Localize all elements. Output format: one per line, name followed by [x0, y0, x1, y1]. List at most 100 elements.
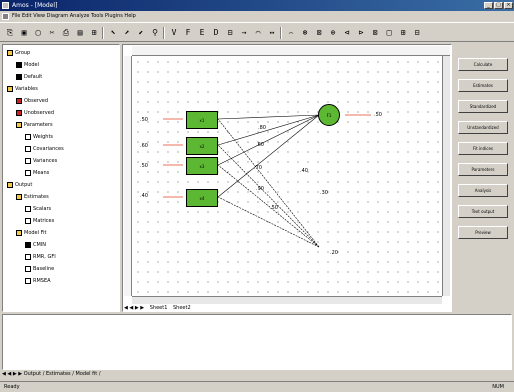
tab-sheet1[interactable]: Sheet1: [150, 305, 168, 311]
minimize-button[interactable]: _: [484, 2, 493, 9]
path-label: .20: [330, 250, 338, 256]
tab-nav[interactable]: ◀ ◀ ▶ ▶: [124, 305, 144, 311]
tab-sheet2[interactable]: Sheet2: [173, 305, 191, 311]
right-panel-button[interactable]: Standardized: [458, 100, 508, 113]
toolbar-button[interactable]: ⊕: [327, 27, 339, 39]
toolbar-button[interactable]: V: [168, 27, 180, 39]
observed-variable-box[interactable]: x2: [186, 137, 218, 155]
toolbar-button[interactable]: ⎘: [4, 27, 16, 39]
tree-item[interactable]: Variances: [25, 157, 57, 165]
toolbar-button[interactable]: ⊞: [88, 27, 100, 39]
tree-node-icon: [7, 85, 13, 92]
output-panel[interactable]: [2, 314, 512, 370]
tree-item-label: Parameters: [24, 122, 53, 128]
toolbar-button[interactable]: ⊛: [299, 27, 311, 39]
horizontal-ruler: [132, 46, 450, 56]
tree-item[interactable]: RMSEA: [25, 277, 51, 285]
tree-item[interactable]: Means: [25, 169, 49, 177]
toolbar-button[interactable]: ▤: [74, 27, 86, 39]
tree-node-icon: [7, 49, 13, 56]
output-tabs[interactable]: ◀ ◀ ▶ ▶ Output / Estimates / Model fit /: [2, 370, 512, 379]
right-panel-button[interactable]: Text output: [458, 205, 508, 218]
tree-item-label: Estimates: [24, 194, 49, 200]
tree-item[interactable]: CMIN: [25, 241, 46, 249]
observed-variable-box[interactable]: x1: [186, 111, 218, 129]
tree-item[interactable]: Output: [7, 181, 32, 189]
tree-item[interactable]: Variables: [7, 85, 38, 93]
tree-item-label: RMR, GFI: [33, 254, 56, 260]
close-button[interactable]: ×: [504, 2, 513, 9]
toolbar-button[interactable]: □: [383, 27, 395, 39]
toolbar-button[interactable]: ⊠: [369, 27, 381, 39]
tree-node-icon: [16, 73, 22, 80]
tree-item[interactable]: RMR, GFI: [25, 253, 56, 261]
toolbar-button[interactable]: ⚲: [149, 27, 161, 39]
horizontal-scrollbar[interactable]: [132, 296, 442, 304]
toolbar-button[interactable]: D: [210, 27, 222, 39]
toolbar-button[interactable]: ⊠: [313, 27, 325, 39]
right-panel-button[interactable]: Preview: [458, 226, 508, 239]
tree-item[interactable]: Parameters: [16, 121, 53, 129]
toolbar-button[interactable]: ▣: [18, 27, 30, 39]
toolbar-separator: [280, 27, 282, 39]
tree-item[interactable]: Model: [16, 61, 39, 69]
toolbar-button[interactable]: ⬈: [121, 27, 133, 39]
observed-variable-box[interactable]: x4: [186, 189, 218, 207]
toolbar-button[interactable]: ⊳: [355, 27, 367, 39]
observed-variable-box[interactable]: x3: [186, 157, 218, 175]
sheet-tabs[interactable]: ◀ ◀ ▶ ▶ Sheet1 Sheet2: [124, 304, 450, 312]
tree-item[interactable]: Default: [16, 73, 42, 81]
vertical-scrollbar[interactable]: [442, 56, 450, 296]
right-panel-button[interactable]: Analysis: [458, 184, 508, 197]
tree-item-label: RMSEA: [33, 278, 51, 284]
maximize-button[interactable]: □: [494, 2, 503, 9]
toolbar-button[interactable]: ⌒: [252, 27, 264, 39]
tree-item[interactable]: Estimates: [16, 193, 49, 201]
path-label: .60: [256, 142, 264, 148]
toolbar-button[interactable]: ▢: [32, 27, 44, 39]
tree-item[interactable]: Scalars: [25, 205, 51, 213]
tree-item[interactable]: Observed: [16, 97, 48, 105]
toolbar-button[interactable]: ⬋: [135, 27, 147, 39]
toolbar-button[interactable]: E: [196, 27, 208, 39]
toolbar-button[interactable]: ⬉: [107, 27, 119, 39]
tree-node-icon: [25, 145, 31, 152]
box-label: .40: [140, 193, 148, 199]
path-line: [217, 164, 320, 248]
tree-item[interactable]: Baseline: [25, 265, 54, 273]
output-tab-labels[interactable]: ◀ ◀ ▶ ▶ Output / Estimates / Model fit /: [2, 371, 101, 377]
toolbar-button[interactable]: ✂: [46, 27, 58, 39]
toolbar-button[interactable]: →: [238, 27, 250, 39]
status-bar: Ready NUM: [0, 381, 514, 392]
tree-item[interactable]: Weights: [25, 133, 53, 141]
latent-variable[interactable]: F1: [318, 104, 340, 126]
toolbar-button[interactable]: ↔: [266, 27, 278, 39]
toolbar-button[interactable]: ⌢: [285, 27, 297, 39]
toolbar-button[interactable]: ⊲: [341, 27, 353, 39]
tree-panel[interactable]: Group Model Default Variables Observed Unobse…: [2, 44, 120, 312]
right-panel-button[interactable]: Fit indices: [458, 142, 508, 155]
path-label: .40: [300, 168, 308, 174]
right-panel-button[interactable]: Unstandardized: [458, 121, 508, 134]
right-panel-button[interactable]: Estimates: [458, 79, 508, 92]
right-panel-button[interactable]: Calculate: [458, 58, 508, 71]
tree-node-icon: [25, 133, 31, 140]
tree-item[interactable]: Model Fit: [16, 229, 46, 237]
toolbar-button[interactable]: ⊞: [397, 27, 409, 39]
menu-bar[interactable]: File Edit View Diagram Analyze Tools Plu…: [0, 11, 514, 22]
tree-item-label: Default: [24, 74, 43, 80]
tree-item[interactable]: Unobserved: [16, 109, 54, 117]
toolbar-button[interactable]: ⊟: [224, 27, 236, 39]
right-panel-button[interactable]: Parameters: [458, 163, 508, 176]
tree-node-icon: [25, 205, 31, 212]
tree-item[interactable]: Covariances: [25, 145, 64, 153]
status-num: NUM: [492, 384, 504, 390]
toolbar: ⎘ ▣ ▢ ✂ ⎙ ▤ ⊞ ⬉ ⬈ ⬋ ⚲ V F E D ⊟ → ⌒ ↔ ⌢ ⊛ ⊠ ⊕ ⊲ ⊳ ⊠ □ ⊞ ⊟: [0, 22, 514, 42]
toolbar-button[interactable]: ⎙: [60, 27, 72, 39]
tree-item[interactable]: Group: [7, 49, 30, 57]
toolbar-button[interactable]: ⊟: [411, 27, 423, 39]
menu-items[interactable]: File Edit View Diagram Analyze Tools Plu…: [12, 13, 136, 19]
tree-node-icon: [25, 253, 31, 260]
toolbar-button[interactable]: F: [182, 27, 194, 39]
tree-item[interactable]: Matrices: [25, 217, 54, 225]
